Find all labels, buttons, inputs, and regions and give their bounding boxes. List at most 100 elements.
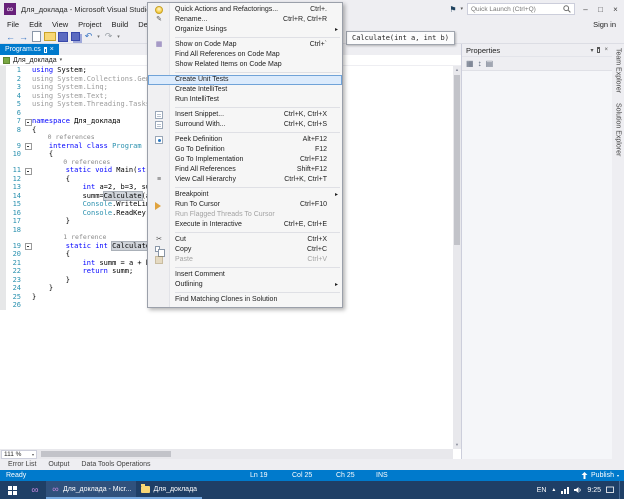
zoom-selector[interactable]: 111 % ▾ <box>1 450 37 459</box>
fold-margin <box>24 301 32 310</box>
taskbar-button-для-доклада-micr[interactable]: ∞Для_доклада - Micr... <box>46 481 136 499</box>
menu-item-insert-snippet[interactable]: Insert Snippet...Ctrl+K, Ctrl+X <box>148 110 342 120</box>
maximize-button[interactable]: □ <box>594 3 607 16</box>
forward-icon[interactable]: → <box>17 31 30 43</box>
open-folder-icon[interactable] <box>43 31 56 43</box>
menu-separator <box>175 37 340 38</box>
menu-item-quick-actions-and-refactorings[interactable]: Quick Actions and Refactorings...Ctrl+. <box>148 5 342 15</box>
menu-item-view-call-hierarchy[interactable]: ≡View Call HierarchyCtrl+K, Ctrl+T <box>148 175 342 185</box>
scroll-down-arrow-icon[interactable]: ▼ <box>453 441 461 449</box>
window-menu-icon[interactable]: ▾ <box>590 47 593 54</box>
menu-item-show-on-code-map[interactable]: ▦Show on Code MapCtrl+` <box>148 40 342 50</box>
menu-item-copy[interactable]: CopyCtrl+C <box>148 245 342 255</box>
pin-icon[interactable] <box>597 47 600 53</box>
tab-team-explorer[interactable]: Team Explorer <box>615 48 622 93</box>
menu-item-go-to-implementation[interactable]: Go To ImplementationCtrl+F12 <box>148 155 342 165</box>
notifications-flag-icon[interactable]: ⚑ <box>449 5 456 14</box>
menu-item-cut[interactable]: ✂CutCtrl+X <box>148 235 342 245</box>
status-insert-mode: INS <box>376 472 402 479</box>
tab-close-icon[interactable]: × <box>50 46 54 53</box>
chevron-down-icon[interactable]: ▾ <box>60 57 63 63</box>
menu-file[interactable]: File <box>2 20 24 29</box>
navbar-project-dropdown[interactable]: Для_доклада <box>13 57 57 64</box>
tab-error-list[interactable]: Error List <box>2 461 42 468</box>
categorized-icon[interactable]: ▦ <box>466 59 474 68</box>
line-number: 25 <box>6 293 24 302</box>
menu-item-go-to-definition[interactable]: Go To DefinitionF12 <box>148 145 342 155</box>
menu-item-run-intellitest[interactable]: Run IntelliTest <box>148 95 342 105</box>
tab-output[interactable]: Output <box>42 461 75 468</box>
codelens-references[interactable]: 1 reference <box>32 233 106 241</box>
menu-item-find-all-references[interactable]: Find All ReferencesShift+F12 <box>148 165 342 175</box>
menu-item-paste[interactable]: PasteCtrl+V <box>148 255 342 265</box>
show-desktop-strip[interactable] <box>619 481 622 499</box>
menu-item-create-intellitest[interactable]: Create IntelliTest <box>148 85 342 95</box>
fold-collapse-icon[interactable] <box>24 142 32 151</box>
codelens-references[interactable]: 0 references <box>32 158 110 166</box>
quick-launch-input[interactable]: Quick Launch (Ctrl+Q) <box>467 3 575 15</box>
menu-view[interactable]: View <box>47 20 73 29</box>
menu-item-organize-usings[interactable]: Organize Usings▸ <box>148 25 342 35</box>
menu-item-label: Quick Actions and Refactorings... <box>175 6 278 13</box>
menu-item-peek-definition[interactable]: Peek DefinitionAlt+F12 <box>148 135 342 145</box>
editor-vertical-scrollbar[interactable]: ▲ ▼ <box>453 66 461 449</box>
scrollbar-thumb[interactable] <box>41 451 171 457</box>
caret-icon[interactable]: ▾ <box>115 31 122 43</box>
editor-horizontal-scrollbar[interactable] <box>39 450 451 458</box>
taskbar-button-для-доклада[interactable]: Для_доклада <box>136 481 202 499</box>
redo-icon[interactable]: ↷ <box>102 31 115 43</box>
menu-item-breakpoint[interactable]: Breakpoint▸ <box>148 190 342 200</box>
clock[interactable]: 9:25 <box>587 487 601 494</box>
menu-item-rename[interactable]: ✎Rename...Ctrl+R, Ctrl+R <box>148 15 342 25</box>
sign-in-link[interactable]: Sign in <box>593 20 624 29</box>
back-icon[interactable]: ← <box>4 31 17 43</box>
start-button[interactable] <box>0 481 24 499</box>
codelens-references[interactable]: 0 references <box>32 133 95 141</box>
line-number: 22 <box>6 267 24 276</box>
pin-icon[interactable] <box>44 47 47 53</box>
property-pages-icon[interactable]: ▤ <box>486 59 494 68</box>
menu-item-find-matching-clones-in-solution[interactable]: Find Matching Clones in Solution <box>148 295 342 305</box>
action-center-icon[interactable] <box>606 486 614 494</box>
menu-item-run-flagged-threads-to-cursor[interactable]: Run Flagged Threads To Cursor <box>148 210 342 220</box>
menu-build[interactable]: Build <box>107 20 134 29</box>
scrollbar-thumb[interactable] <box>454 75 460 245</box>
fold-collapse-icon[interactable] <box>24 117 32 126</box>
publish-button[interactable]: Publish ▾ <box>581 472 619 479</box>
code-segment: summ; <box>108 267 133 275</box>
undo-icon[interactable]: ↶ <box>82 31 95 43</box>
menu-item-show-related-items-on-code-map[interactable]: Show Related Items on Code Map <box>148 60 342 70</box>
scroll-up-arrow-icon[interactable]: ▲ <box>453 66 461 74</box>
menu-item-run-to-cursor[interactable]: Run To CursorCtrl+F10 <box>148 200 342 210</box>
context-menu: Quick Actions and Refactorings...Ctrl+.✎… <box>147 2 343 308</box>
tab-solution-explorer[interactable]: Solution Explorer <box>615 103 622 156</box>
tab-program-cs[interactable]: Program.cs × <box>0 44 59 55</box>
fold-collapse-icon[interactable] <box>24 242 32 251</box>
alphabetical-icon[interactable]: ↕ <box>478 59 482 68</box>
close-button[interactable]: × <box>609 3 622 16</box>
hidden-icons-chevron-icon[interactable]: ▲ <box>551 487 556 493</box>
menu-item-create-unit-tests[interactable]: Create Unit Tests <box>148 75 342 85</box>
new-file-icon[interactable] <box>30 31 43 43</box>
menu-item-execute-in-interactive[interactable]: Execute in InteractiveCtrl+E, Ctrl+E <box>148 220 342 230</box>
save-all-icon[interactable] <box>69 31 82 43</box>
taskbar: ∞ ∞Для_доклада - Micr...Для_доклада EN ▲… <box>0 481 624 499</box>
caret-icon[interactable]: ▾ <box>95 31 102 43</box>
menu-project[interactable]: Project <box>73 20 106 29</box>
menu-item-insert-comment[interactable]: Insert Comment <box>148 270 342 280</box>
close-icon[interactable]: × <box>604 47 608 53</box>
tab-data-tools-operations[interactable]: Data Tools Operations <box>75 461 156 468</box>
network-icon[interactable] <box>561 486 569 494</box>
menu-item-outlining[interactable]: Outlining▸ <box>148 280 342 290</box>
minimize-button[interactable]: – <box>579 3 592 16</box>
properties-header[interactable]: Properties ▾ × <box>462 44 612 57</box>
taskbar-pinned-vs-icon[interactable]: ∞ <box>24 481 46 499</box>
menu-item-surround-with[interactable]: Surround With...Ctrl+K, Ctrl+S <box>148 120 342 130</box>
fold-collapse-icon[interactable] <box>24 166 32 175</box>
save-icon[interactable] <box>56 31 69 43</box>
menu-edit[interactable]: Edit <box>24 20 47 29</box>
menu-item-find-all-references-on-code-map[interactable]: Find All References on Code Map <box>148 50 342 60</box>
volume-icon[interactable] <box>574 486 582 494</box>
chevron-down-icon[interactable]: ▾ <box>460 6 463 12</box>
language-indicator[interactable]: EN <box>537 487 547 494</box>
